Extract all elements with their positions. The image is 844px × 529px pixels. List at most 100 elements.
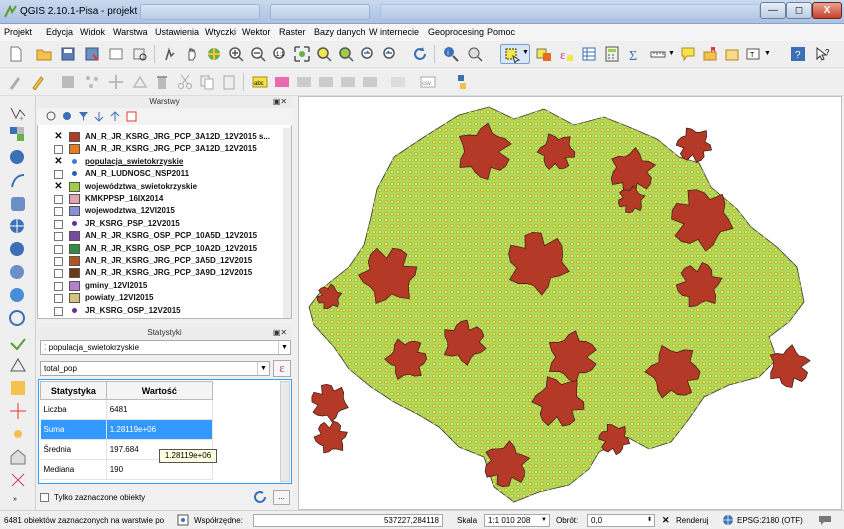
layer-visibility-checkbox[interactable]: [54, 219, 63, 229]
stats-row[interactable]: Liczba 6481: [40, 399, 214, 420]
add-spatialite-layer-icon[interactable]: [9, 172, 27, 190]
more-options-button[interactable]: ...: [273, 490, 290, 505]
only-selected-checkbox[interactable]: [40, 493, 49, 502]
add-oracle-layer-icon[interactable]: [9, 241, 27, 259]
change-label-icon[interactable]: [362, 74, 378, 90]
dock-float-close-icon[interactable]: ▣✕: [270, 97, 290, 107]
add-wcs-layer-icon[interactable]: [9, 264, 27, 282]
scale-field[interactable]: 1:1 010 208 ▼: [484, 514, 550, 527]
zoom-out-icon[interactable]: [250, 46, 266, 62]
menu-bazy-danych[interactable]: Bazy danych: [314, 27, 366, 37]
layer-visibility-checkbox[interactable]: [54, 257, 63, 266]
deselect-all-icon[interactable]: [536, 46, 552, 62]
chevron-down-icon[interactable]: ▼: [668, 50, 675, 57]
add-delimited-text-icon[interactable]: [9, 310, 27, 328]
minimize-button[interactable]: —: [760, 2, 786, 19]
layer-visibility-checkbox[interactable]: [54, 281, 63, 291]
collapse-all-icon[interactable]: [110, 111, 121, 122]
whats-this-icon[interactable]: ?: [815, 46, 831, 62]
zoom-last-icon[interactable]: [360, 46, 376, 62]
menu-geoprocesing[interactable]: Geoprocesing: [428, 27, 484, 37]
zoom-full-icon[interactable]: [294, 46, 310, 62]
add-vector-tile-icon[interactable]: [9, 471, 27, 489]
chevron-down-icon[interactable]: »: [13, 496, 17, 503]
save-edits-icon[interactable]: [60, 74, 76, 90]
add-wfs-layer-icon[interactable]: [9, 287, 27, 305]
pan-to-selection-icon[interactable]: [206, 46, 222, 62]
add-wms-layer-icon[interactable]: [9, 218, 27, 236]
python-console-icon[interactable]: [454, 74, 470, 90]
refresh-icon[interactable]: [412, 46, 428, 62]
layer-visibility-checkbox[interactable]: [54, 306, 63, 316]
map-canvas[interactable]: [298, 96, 842, 510]
stats-row[interactable]: Suma 1.28119e+06: [40, 419, 214, 440]
stats-scrollbar[interactable]: [280, 381, 290, 482]
stat-name[interactable]: Średnia: [40, 439, 107, 460]
open-project-icon[interactable]: [36, 46, 52, 62]
layer-visibility-checkbox[interactable]: [54, 145, 63, 155]
stat-name[interactable]: Liczba: [40, 399, 107, 420]
delete-selected-icon[interactable]: [154, 74, 170, 90]
add-group-icon[interactable]: [62, 111, 73, 122]
save-project-icon[interactable]: [60, 46, 76, 62]
copy-features-icon[interactable]: [199, 74, 215, 90]
add-gps-layer-icon[interactable]: [9, 425, 27, 443]
layer-visibility-checkbox[interactable]: ✕: [54, 181, 63, 192]
stat-name[interactable]: Suma: [40, 419, 107, 440]
layer-visibility-checkbox[interactable]: [54, 170, 63, 180]
show-hide-labels-icon[interactable]: [390, 74, 406, 90]
add-vector-layer-icon[interactable]: +: [9, 104, 27, 122]
open-layer-styling-icon[interactable]: [46, 111, 57, 122]
remove-layer-icon[interactable]: [126, 111, 137, 122]
identify-features-icon[interactable]: i: [443, 46, 459, 62]
stats-header-wartosc[interactable]: Wartość: [105, 381, 214, 400]
layer-visibility-checkbox[interactable]: [54, 294, 63, 304]
rotation-field[interactable]: 0,0 ⬍: [587, 514, 655, 527]
select-features-button[interactable]: ▼: [500, 44, 530, 64]
refresh-icon[interactable]: [254, 491, 267, 504]
layers-scrollbar[interactable]: [283, 128, 291, 318]
coordinate-field[interactable]: 537227,284118: [253, 514, 443, 527]
add-virtual-layer-icon[interactable]: [9, 333, 27, 351]
highlight-pinned-labels-icon[interactable]: [296, 74, 312, 90]
cut-features-icon[interactable]: [177, 74, 193, 90]
layer-visibility-checkbox[interactable]: ✕: [54, 132, 63, 142]
crs-globe-icon[interactable]: [722, 514, 734, 526]
menu-projekt[interactable]: Projekt: [4, 27, 32, 37]
move-label-icon[interactable]: [318, 74, 334, 90]
add-feature-icon[interactable]: [84, 74, 100, 90]
zoom-next-icon[interactable]: [382, 46, 398, 62]
csv-import-icon[interactable]: csv: [420, 74, 436, 90]
toggle-editing-icon[interactable]: [30, 74, 46, 90]
layer-visibility-checkbox[interactable]: [54, 244, 63, 254]
add-wcs-icon[interactable]: [9, 448, 27, 466]
chevron-down-icon[interactable]: ▼: [764, 50, 771, 57]
add-mssql-layer-icon[interactable]: [9, 195, 27, 213]
layer-visibility-checkbox[interactable]: [54, 232, 63, 242]
close-button[interactable]: X: [812, 2, 842, 19]
pin-labels-icon[interactable]: [274, 74, 290, 90]
messages-icon[interactable]: [818, 514, 832, 526]
move-feature-icon[interactable]: [108, 74, 124, 90]
help-icon[interactable]: ?: [790, 46, 806, 62]
menu-edycja[interactable]: Edycja: [46, 27, 73, 37]
dock-float-close-icon[interactable]: ▣✕: [270, 328, 290, 338]
label-tool-icon[interactable]: abc: [252, 74, 268, 90]
save-as-icon[interactable]: [84, 46, 100, 62]
open-attribute-table-icon[interactable]: [581, 46, 597, 62]
crs-label[interactable]: EPSG:2180 (OTF): [737, 516, 803, 525]
layer-visibility-checkbox[interactable]: ✕: [54, 156, 63, 167]
new-spatialite-icon[interactable]: [9, 379, 27, 397]
touch-zoom-icon[interactable]: [162, 46, 178, 62]
filter-legend-icon[interactable]: [78, 111, 89, 122]
map-tips-icon[interactable]: [680, 46, 696, 62]
menu-pomoc[interactable]: Pomoc: [487, 27, 515, 37]
expression-button[interactable]: ε: [273, 360, 291, 377]
node-tool-icon[interactable]: [132, 74, 148, 90]
statistical-summary-icon[interactable]: Σ: [627, 46, 643, 62]
zoom-native-icon[interactable]: 1:1: [272, 46, 288, 62]
menu-widok[interactable]: Widok: [80, 27, 105, 37]
maximize-button[interactable]: ◻: [786, 2, 812, 19]
stat-value[interactable]: 6481: [106, 399, 214, 420]
run-action-icon[interactable]: [467, 46, 483, 62]
